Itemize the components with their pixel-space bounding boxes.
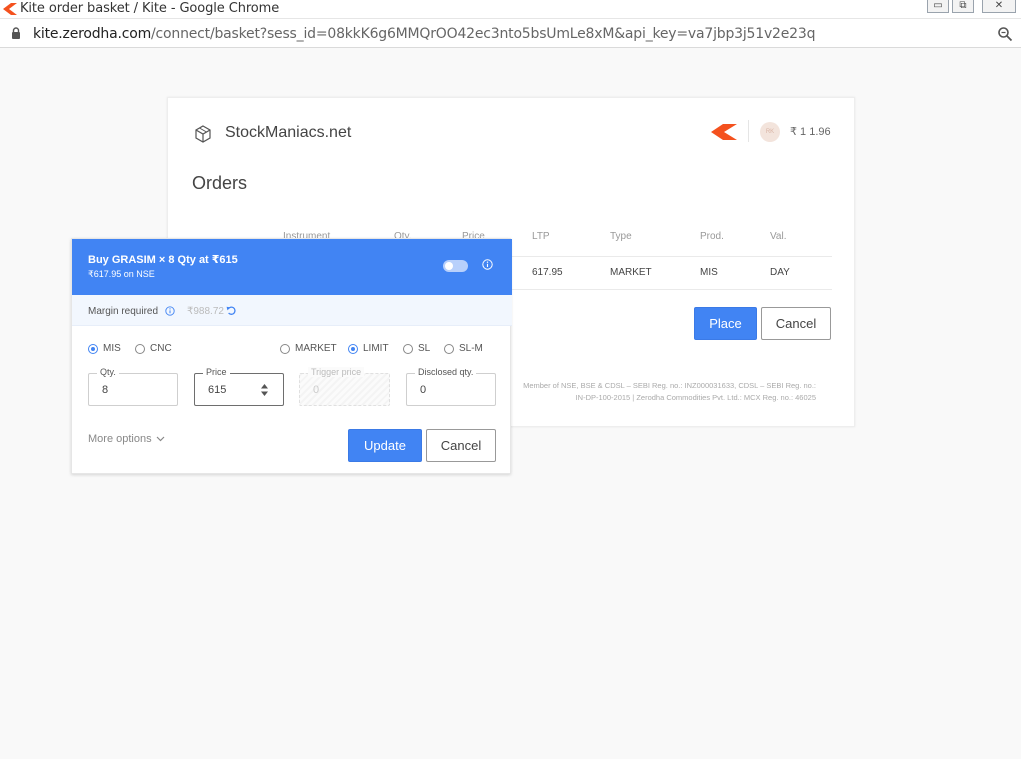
radio-label: LIMIT xyxy=(363,343,389,354)
url-host: kite.zerodha.com xyxy=(33,26,152,42)
col-ltp: LTP xyxy=(532,231,550,242)
qty-value: 8 xyxy=(102,384,109,396)
order-cancel-button[interactable]: Cancel xyxy=(426,429,496,462)
radio-dot xyxy=(348,343,358,354)
close-button[interactable]: ✕ xyxy=(982,0,1016,13)
amo-toggle[interactable] xyxy=(443,260,468,272)
order-window: Buy GRASIM × 8 Qty at ₹615 ₹617.95 on NS… xyxy=(71,238,512,474)
type-market-radio[interactable]: MARKET xyxy=(280,343,337,354)
cell-type: MARKET xyxy=(610,267,652,278)
product-cnc-radio[interactable]: CNC xyxy=(135,343,172,354)
more-options-link[interactable]: More options xyxy=(88,433,165,445)
footer-disclaimer: Member of NSE, BSE & CDSL – SEBI Reg. no… xyxy=(498,380,816,404)
price-field[interactable]: Price 615 xyxy=(194,367,284,406)
price-label: Price xyxy=(203,367,230,377)
radio-label: SL-M xyxy=(459,343,483,354)
cell-ltp: 617.95 xyxy=(532,267,563,278)
type-limit-radio[interactable]: LIMIT xyxy=(348,343,389,354)
margin-label: Margin required xyxy=(88,306,159,317)
url-path: /connect/basket?sess_id=08kkK6g6MMQrOO42… xyxy=(151,26,816,42)
minimize-button[interactable]: ▭ xyxy=(927,0,949,13)
col-val: Val. xyxy=(770,231,787,242)
radio-label: MARKET xyxy=(295,343,337,354)
header-divider xyxy=(748,120,749,142)
stepper-icon[interactable] xyxy=(260,383,269,397)
order-window-header[interactable]: Buy GRASIM × 8 Qty at ₹615 ₹617.95 on NS… xyxy=(72,239,512,295)
place-button[interactable]: Place xyxy=(694,307,757,340)
radio-label: SL xyxy=(418,343,431,354)
radio-dot xyxy=(135,343,145,354)
type-slm-radio[interactable]: SL-M xyxy=(444,343,483,354)
trigger-price-field: Trigger price 0 xyxy=(299,367,390,406)
balance-text: ₹ 1 1.96 xyxy=(790,126,831,138)
kite-logo-icon xyxy=(711,124,737,140)
radio-label: MIS xyxy=(103,343,121,354)
qty-field[interactable]: Qty. 8 xyxy=(88,367,178,406)
basket-cancel-button[interactable]: Cancel xyxy=(761,307,831,340)
disclosed-value: 0 xyxy=(420,384,427,396)
info-icon[interactable] xyxy=(165,306,175,316)
margin-value: ₹988.72 xyxy=(187,306,224,317)
url-text[interactable]: kite.zerodha.com/connect/basket?sess_id=… xyxy=(33,26,815,42)
qty-label: Qty. xyxy=(97,367,119,377)
footer-line: IN-DP-100-2015 | Zerodha Commodities Pvt… xyxy=(575,393,816,402)
order-ltp: ₹617.95 on NSE xyxy=(88,269,155,279)
price-value: 615 xyxy=(208,384,227,396)
col-type: Type xyxy=(610,231,632,242)
chevron-down-icon xyxy=(156,436,165,442)
radio-label: CNC xyxy=(150,343,172,354)
radio-dot xyxy=(444,343,454,354)
refresh-icon[interactable] xyxy=(226,305,237,316)
disclosed-label: Disclosed qty. xyxy=(415,367,477,377)
product-mis-radio[interactable]: MIS xyxy=(88,343,121,354)
order-title: Buy GRASIM × 8 Qty at ₹615 xyxy=(88,254,238,266)
radio-dot xyxy=(280,343,290,354)
more-options-label: More options xyxy=(88,433,152,445)
cell-prod: MIS xyxy=(700,267,718,278)
footer-line: Member of NSE, BSE & CDSL – SEBI Reg. no… xyxy=(523,381,816,390)
radio-dot xyxy=(88,343,98,354)
trigger-label: Trigger price xyxy=(308,367,365,377)
toggle-knob xyxy=(445,262,453,270)
radio-dot xyxy=(403,343,413,354)
zoom-icon[interactable] xyxy=(997,26,1013,42)
brand-name: StockManiacs.net xyxy=(225,124,352,141)
window-title: Kite order basket / Kite - Google Chrome xyxy=(20,1,280,16)
trigger-value: 0 xyxy=(313,384,320,396)
lock-icon xyxy=(12,27,20,39)
cube-icon xyxy=(195,125,211,143)
disclosed-qty-field[interactable]: Disclosed qty. 0 xyxy=(406,367,496,406)
address-bar[interactable]: kite.zerodha.com/connect/basket?sess_id=… xyxy=(0,19,1021,48)
window-titlebar: Kite order basket / Kite - Google Chrome… xyxy=(0,0,1021,19)
info-icon[interactable] xyxy=(482,259,493,270)
col-prod: Prod. xyxy=(700,231,724,242)
margin-bar: Margin required ₹988.72 xyxy=(72,295,512,326)
update-button[interactable]: Update xyxy=(348,429,422,462)
restore-button[interactable]: ⧉ xyxy=(952,0,974,13)
avatar[interactable]: RK xyxy=(760,122,780,142)
kite-logo-icon xyxy=(3,3,17,15)
type-sl-radio[interactable]: SL xyxy=(403,343,430,354)
cell-val: DAY xyxy=(770,267,790,278)
page-title: Orders xyxy=(192,173,248,193)
